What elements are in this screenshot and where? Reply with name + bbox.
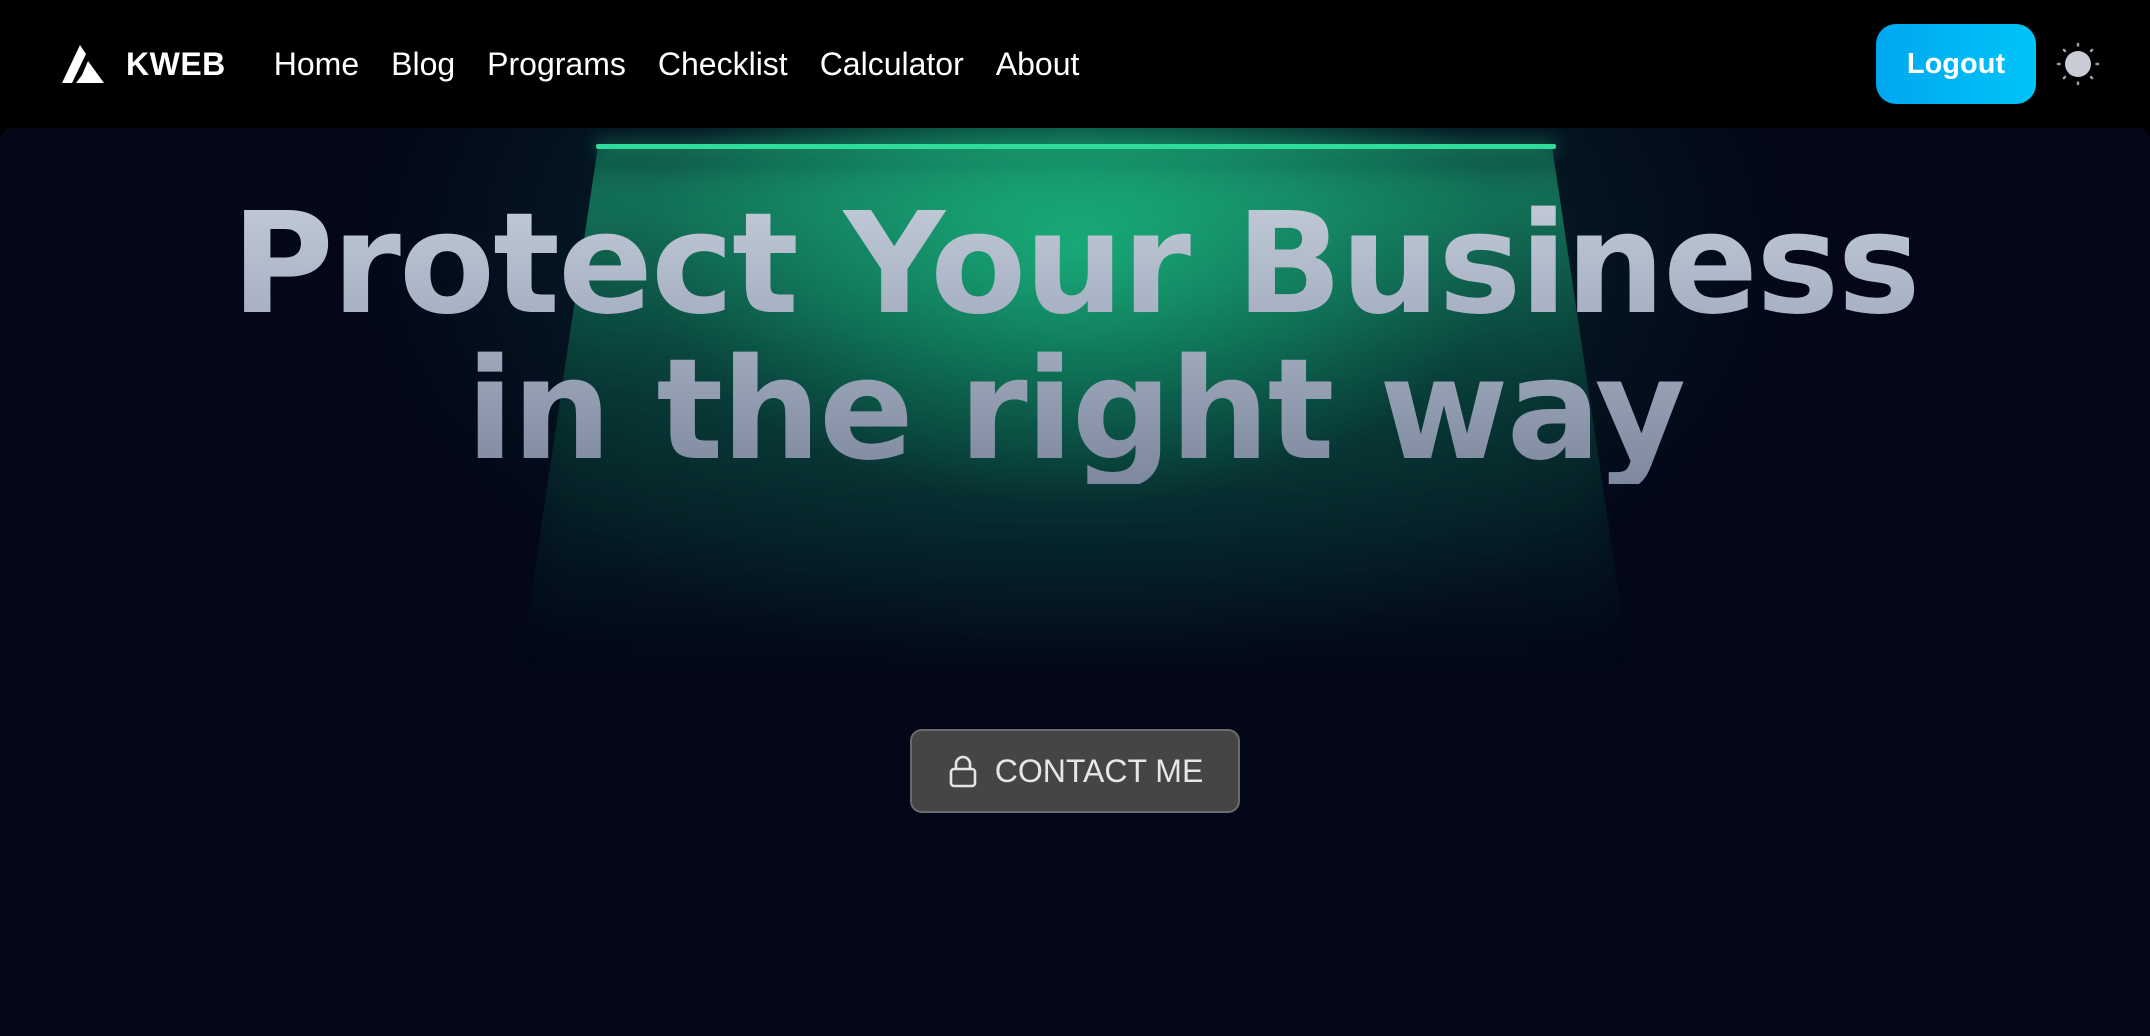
main-nav: Home Blog Programs Checklist Calculator … [274,46,1080,83]
nav-about[interactable]: About [996,46,1080,83]
header-actions: Logout [1876,24,2100,104]
nav-programs[interactable]: Programs [487,46,626,83]
sun-icon [2056,42,2100,86]
nav-home[interactable]: Home [274,46,359,83]
top-navbar: KWEB Home Blog Programs Checklist Calcul… [0,0,2150,128]
brand-name: KWEB [126,45,226,82]
nav-calculator[interactable]: Calculator [820,46,964,83]
hero-headline: Protect Your Business in the right way [0,192,2150,484]
logout-button[interactable]: Logout [1876,24,2036,104]
brand[interactable]: KWEB [62,45,226,83]
lock-icon [949,755,977,788]
headline-line-2: in the right way [465,329,1685,492]
nav-blog[interactable]: Blog [391,46,455,83]
light-bar [596,144,1556,149]
theme-toggle[interactable] [2056,42,2100,86]
contact-me-label: CONTACT ME [994,752,1204,789]
contact-me-button[interactable]: CONTACT ME [910,729,1240,813]
hero-section: Protect Your Business in the right way C… [0,128,2150,1036]
headline-line-1: Protect Your Business [231,183,1919,346]
kweb-logo-icon [62,45,104,83]
nav-checklist[interactable]: Checklist [658,46,788,83]
